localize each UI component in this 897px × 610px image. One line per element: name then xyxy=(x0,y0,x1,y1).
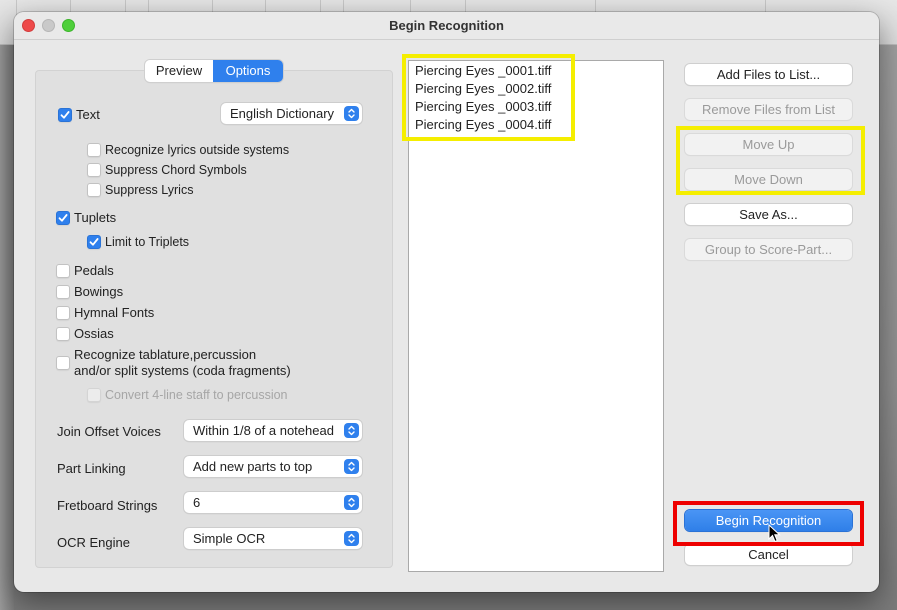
fretboard-strings-value: 6 xyxy=(193,495,201,510)
add-files-button[interactable]: Add Files to List... xyxy=(685,64,852,85)
pedals-label: Pedals xyxy=(74,263,114,278)
convert-4line-checkbox[interactable]: Convert 4-line staff to percussion xyxy=(87,388,288,402)
ossias-checkbox[interactable]: Ossias xyxy=(56,326,114,341)
begin-recognition-dialog: Begin Recognition Preview Options Text E… xyxy=(14,12,879,592)
recognize-lyrics-label: Recognize lyrics outside systems xyxy=(105,143,290,157)
chevron-updown-icon xyxy=(344,423,359,438)
convert-4line-label: Convert 4-line staff to percussion xyxy=(105,388,288,402)
bowings-label: Bowings xyxy=(74,284,124,299)
text-dictionary-popup[interactable]: English Dictionary xyxy=(221,103,362,124)
checkbox-unchecked-icon xyxy=(56,305,70,320)
suppress-chord-symbols-checkbox[interactable]: Suppress Chord Symbols xyxy=(87,163,247,177)
title-bar: Begin Recognition xyxy=(14,12,879,40)
tablature-label-line1: Recognize tablature,percussion xyxy=(74,347,257,362)
text-dictionary-value: English Dictionary xyxy=(230,106,335,121)
text-checkbox[interactable]: Text xyxy=(58,107,100,122)
part-linking-label: Part Linking xyxy=(57,461,126,476)
remove-files-button[interactable]: Remove Files from List xyxy=(685,99,852,120)
background-left-strip xyxy=(0,45,14,610)
hymnal-fonts-checkbox[interactable]: Hymnal Fonts xyxy=(56,305,154,320)
chevron-updown-icon xyxy=(344,531,359,546)
checkbox-unchecked-icon xyxy=(87,163,101,177)
part-linking-popup[interactable]: Add new parts to top xyxy=(184,456,362,477)
text-label: Text xyxy=(76,107,100,122)
recognize-lyrics-checkbox[interactable]: Recognize lyrics outside systems xyxy=(87,143,289,157)
checkbox-checked-icon xyxy=(58,107,72,122)
ossias-label: Ossias xyxy=(74,326,114,341)
tab-preview[interactable]: Preview xyxy=(145,60,213,82)
checkbox-checked-icon xyxy=(56,210,70,225)
window-title: Begin Recognition xyxy=(389,18,504,33)
tuplets-checkbox[interactable]: Tuplets xyxy=(56,210,116,225)
checkbox-unchecked-icon xyxy=(87,388,101,402)
suppress-chord-symbols-label: Suppress Chord Symbols xyxy=(105,163,247,177)
limit-to-triplets-checkbox[interactable]: Limit to Triplets xyxy=(87,235,189,249)
bowings-checkbox[interactable]: Bowings xyxy=(56,284,123,299)
move-up-button[interactable]: Move Up xyxy=(685,134,852,155)
tab-options[interactable]: Options xyxy=(213,60,283,82)
pedals-checkbox[interactable]: Pedals xyxy=(56,263,114,278)
part-linking-value: Add new parts to top xyxy=(193,459,313,474)
checkbox-checked-icon xyxy=(87,235,101,249)
checkbox-unchecked-icon xyxy=(87,143,101,157)
file-list-item[interactable]: Piercing Eyes _0004.tiff xyxy=(415,117,551,132)
chevron-updown-icon xyxy=(344,495,359,510)
tablature-label-line2: and/or split systems (coda fragments) xyxy=(74,363,291,378)
tuplets-label: Tuplets xyxy=(74,210,117,225)
group-to-score-part-button[interactable]: Group to Score-Part... xyxy=(685,239,852,260)
file-list[interactable]: Piercing Eyes _0001.tiff Piercing Eyes _… xyxy=(408,60,664,572)
file-list-item[interactable]: Piercing Eyes _0001.tiff xyxy=(415,63,551,78)
hymnal-fonts-label: Hymnal Fonts xyxy=(74,305,155,320)
file-list-item[interactable]: Piercing Eyes _0002.tiff xyxy=(415,81,551,96)
fretboard-strings-label: Fretboard Strings xyxy=(57,498,158,513)
suppress-lyrics-checkbox[interactable]: Suppress Lyrics xyxy=(87,183,193,197)
file-list-item[interactable]: Piercing Eyes _0003.tiff xyxy=(415,99,551,114)
join-offset-voices-popup[interactable]: Within 1/8 of a notehead xyxy=(184,420,362,441)
ocr-engine-popup[interactable]: Simple OCR xyxy=(184,528,362,549)
checkbox-unchecked-icon xyxy=(87,183,101,197)
ocr-engine-label: OCR Engine xyxy=(57,535,130,550)
move-down-button[interactable]: Move Down xyxy=(685,169,852,190)
join-offset-voices-label: Join Offset Voices xyxy=(57,424,161,439)
checkbox-unchecked-icon xyxy=(56,263,70,278)
checkbox-unchecked-icon xyxy=(56,326,70,341)
tablature-checkbox[interactable]: Recognize tablature,percussion and/or sp… xyxy=(56,347,291,379)
save-as-button[interactable]: Save As... xyxy=(685,204,852,225)
checkbox-unchecked-icon xyxy=(56,356,70,370)
suppress-lyrics-label: Suppress Lyrics xyxy=(105,183,194,197)
join-offset-voices-value: Within 1/8 of a notehead xyxy=(193,423,334,438)
chevron-updown-icon xyxy=(344,459,359,474)
tab-control: Preview Options xyxy=(145,60,283,82)
checkbox-unchecked-icon xyxy=(56,284,70,299)
cancel-button[interactable]: Cancel xyxy=(685,544,852,565)
mouse-cursor-icon xyxy=(768,524,781,543)
limit-to-triplets-label: Limit to Triplets xyxy=(105,235,190,249)
chevron-updown-icon xyxy=(344,106,359,121)
ocr-engine-value: Simple OCR xyxy=(193,531,266,546)
fretboard-strings-popup[interactable]: 6 xyxy=(184,492,362,513)
